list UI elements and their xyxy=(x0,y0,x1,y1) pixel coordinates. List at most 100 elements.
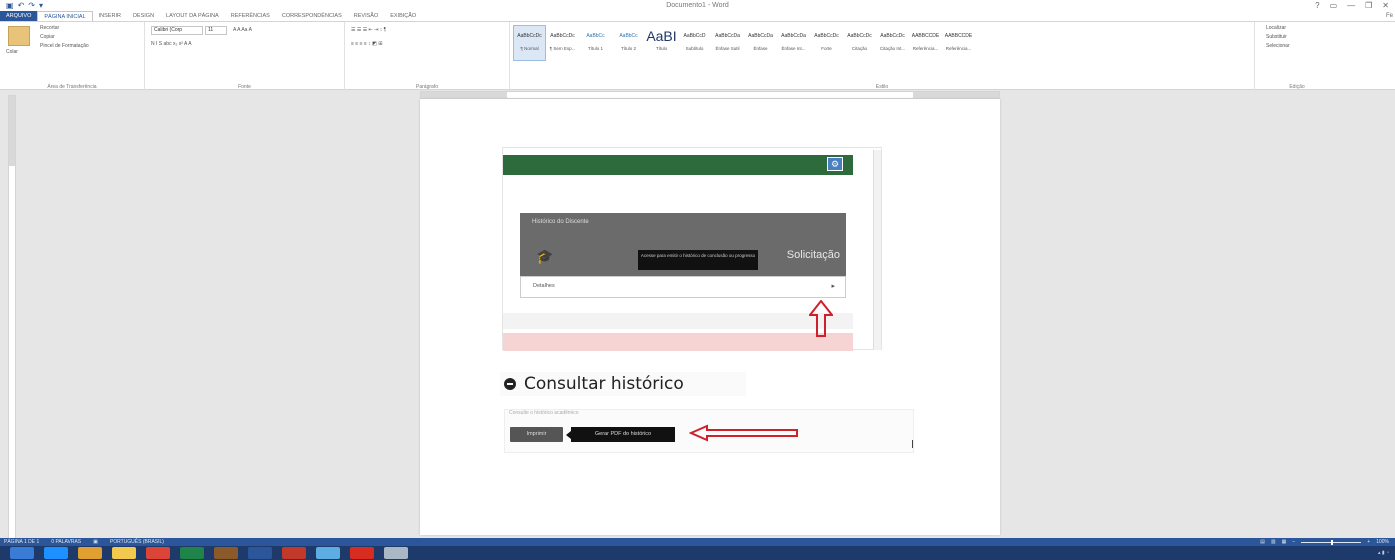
tab-6[interactable]: CORRESPONDÊNCIAS xyxy=(276,11,348,21)
font-format-tools[interactable]: N I S abc x₂ x² A A xyxy=(151,41,192,49)
app-brown-icon[interactable] xyxy=(214,547,238,559)
style-item[interactable]: AaBbCcD Subtítulo xyxy=(678,25,711,61)
find-button[interactable]: Localizar xyxy=(1266,25,1286,33)
select-button[interactable]: Selecionar xyxy=(1266,43,1290,51)
paragraph-group: ☰ ☰ ☰ ⇤ ⇥ ↕ ¶ ≡ ≡ ≡ ≡ ↕ ◩ ⊞ Parágrafo xyxy=(345,22,510,91)
styles-gallery: AaBbCcDc ¶ Normal AaBbCcDc ¶ Sem Esp... AaBb… xyxy=(513,25,975,61)
style-item[interactable]: AABBCCDE Referência... xyxy=(942,25,975,61)
folder-icon[interactable] xyxy=(112,547,136,559)
tab-2[interactable]: INSERIR xyxy=(93,11,127,21)
title-bar: ▣ ↶ ↷ ▾ Documento1 - Word ? ▭ — ❐ ✕ xyxy=(0,0,1395,11)
print-button: Imprimir xyxy=(510,427,563,442)
style-name: ¶ Normal xyxy=(520,46,539,51)
zoom-out-icon[interactable]: − xyxy=(1292,538,1295,546)
user-account[interactable]: Fe xyxy=(1386,13,1393,19)
tab-8[interactable]: EXIBIÇÃO xyxy=(384,11,422,21)
read-mode-icon[interactable]: ▤ xyxy=(1260,538,1265,546)
tab-5[interactable]: REFERÊNCIAS xyxy=(225,11,276,21)
style-name: Título xyxy=(655,46,668,51)
zoom-in-icon[interactable]: + xyxy=(1367,538,1370,546)
style-sample: AaBbCcD xyxy=(683,33,706,39)
app-blue-icon[interactable] xyxy=(248,547,272,559)
details-link: Detalhes xyxy=(533,283,555,289)
tray-icons[interactable]: ▴ ▮ ◔ xyxy=(1378,550,1389,556)
word-count[interactable]: 0 PALAVRAS xyxy=(47,538,89,546)
paste-button[interactable]: Colar xyxy=(6,49,18,57)
history-card: Histórico do Discente 🎓 Acesse para emit… xyxy=(520,213,846,298)
horizontal-ruler[interactable] xyxy=(420,91,1000,99)
style-item[interactable]: AaBbCc Título 2 xyxy=(612,25,645,61)
font-name-select[interactable]: Calibri (Corp xyxy=(151,26,203,35)
replace-button[interactable]: Substituir xyxy=(1266,34,1287,42)
close-icon[interactable]: ✕ xyxy=(1382,1,1389,10)
style-name: Ênfase Int... xyxy=(781,46,806,51)
font-size-select[interactable]: 11 xyxy=(205,26,227,35)
app-red-icon[interactable] xyxy=(282,547,306,559)
language-indicator[interactable]: PORTUGUÊS (BRASIL) xyxy=(106,538,172,546)
acrobat-icon[interactable] xyxy=(350,547,374,559)
style-sample: AaBbCcDc xyxy=(550,33,575,39)
tab-0[interactable]: ARQUIVO xyxy=(0,11,38,21)
portal-header-bar xyxy=(503,155,853,175)
tab-1[interactable]: PÁGINA INICIAL xyxy=(37,11,93,21)
red-up-arrow-icon xyxy=(809,300,833,337)
style-name: Forte xyxy=(821,46,832,51)
start-icon[interactable] xyxy=(10,547,34,559)
style-item[interactable]: AaBbCcDc ¶ Normal xyxy=(513,25,546,61)
ribbon: Colar Recortar Copiar Pincel de Formataç… xyxy=(0,21,1395,91)
paste-icon[interactable] xyxy=(8,26,30,46)
embedded-screenshot-portal[interactable]: ⚙ Histórico do Discente 🎓 Acesse para em… xyxy=(502,147,882,351)
styles-group-label: Estilo xyxy=(875,84,889,90)
style-item[interactable]: AaBbCcDa Ênfase Int... xyxy=(777,25,810,61)
zoom-controls: ▤ ▥ ▦ − + 100% xyxy=(1260,538,1389,546)
style-sample: AaBbCcDc xyxy=(517,33,542,39)
font-size-tools[interactable]: A A Aa A xyxy=(233,27,252,35)
copy-button[interactable]: Copiar xyxy=(40,34,55,42)
tab-4[interactable]: LAYOUT DA PÁGINA xyxy=(160,11,225,21)
style-item[interactable]: AaBbCcDc Forte xyxy=(810,25,843,61)
proofing-icon[interactable]: ▣ xyxy=(89,538,106,546)
card-footer: Detalhes ▸ xyxy=(520,276,846,298)
page-count[interactable]: PÁGINA 1 DE 1 xyxy=(0,538,47,546)
window-controls: ? ▭ — ❐ ✕ xyxy=(1315,1,1389,10)
minus-circle-icon xyxy=(504,378,516,390)
style-item[interactable]: AABBCCDE Referência... xyxy=(909,25,942,61)
print-layout-icon[interactable]: ▥ xyxy=(1271,538,1276,546)
edge-icon[interactable] xyxy=(44,547,68,559)
format-painter-button[interactable]: Pincel de Formatação xyxy=(40,43,89,51)
style-name: Citação Int... xyxy=(879,46,906,51)
style-name: Citação xyxy=(851,46,868,51)
help-icon[interactable]: ? xyxy=(1315,1,1319,10)
app-photos-icon[interactable] xyxy=(316,547,340,559)
style-item[interactable]: AaBbCcDa Ênfase xyxy=(744,25,777,61)
web-layout-icon[interactable]: ▦ xyxy=(1282,538,1287,546)
paragraph-group-label: Parágrafo xyxy=(416,84,438,90)
style-name: Título 1 xyxy=(587,46,603,51)
paragraph-align-tools[interactable]: ≡ ≡ ≡ ≡ ↕ ◩ ⊞ xyxy=(351,41,382,49)
ribbon-display-icon[interactable]: ▭ xyxy=(1330,1,1338,10)
cut-button[interactable]: Recortar xyxy=(40,25,59,33)
app-green-icon[interactable] xyxy=(180,547,204,559)
style-name: Título 2 xyxy=(620,46,636,51)
chrome-icon[interactable] xyxy=(78,547,102,559)
style-item[interactable]: AaBbCcDa Ênfase Sutil xyxy=(711,25,744,61)
zoom-slider[interactable] xyxy=(1301,539,1362,545)
style-sample: AaBbCcDa xyxy=(715,33,740,39)
ribbon-tabs: ARQUIVO PÁGINA INICIAL INSERIR DESIGN LAYOUT… xyxy=(0,11,1395,21)
text-cursor xyxy=(912,440,913,448)
tab-7[interactable]: REVISÃO xyxy=(348,11,384,21)
tab-3[interactable]: DESIGN xyxy=(127,11,160,21)
minimize-icon[interactable]: — xyxy=(1347,1,1355,10)
style-item[interactable]: AaBbCc Título 1 xyxy=(579,25,612,61)
style-item[interactable]: AaBI Título xyxy=(645,25,678,61)
vertical-ruler[interactable] xyxy=(8,95,16,545)
zoom-level[interactable]: 100% xyxy=(1376,538,1389,546)
style-item[interactable]: AaBbCcDc Citação Int... xyxy=(876,25,909,61)
embedded-screenshot-print[interactable]: Consulte o histórico acadêmico Imprimir … xyxy=(504,409,914,453)
restore-icon[interactable]: ❐ xyxy=(1365,1,1372,10)
style-item[interactable]: AaBbCcDc Citação xyxy=(843,25,876,61)
style-item[interactable]: AaBbCcDc ¶ Sem Esp... xyxy=(546,25,579,61)
paragraph-list-tools[interactable]: ☰ ☰ ☰ ⇤ ⇥ ↕ ¶ xyxy=(351,27,386,35)
chrome-app-icon[interactable] xyxy=(146,547,170,559)
app-grey-icon[interactable] xyxy=(384,547,408,559)
